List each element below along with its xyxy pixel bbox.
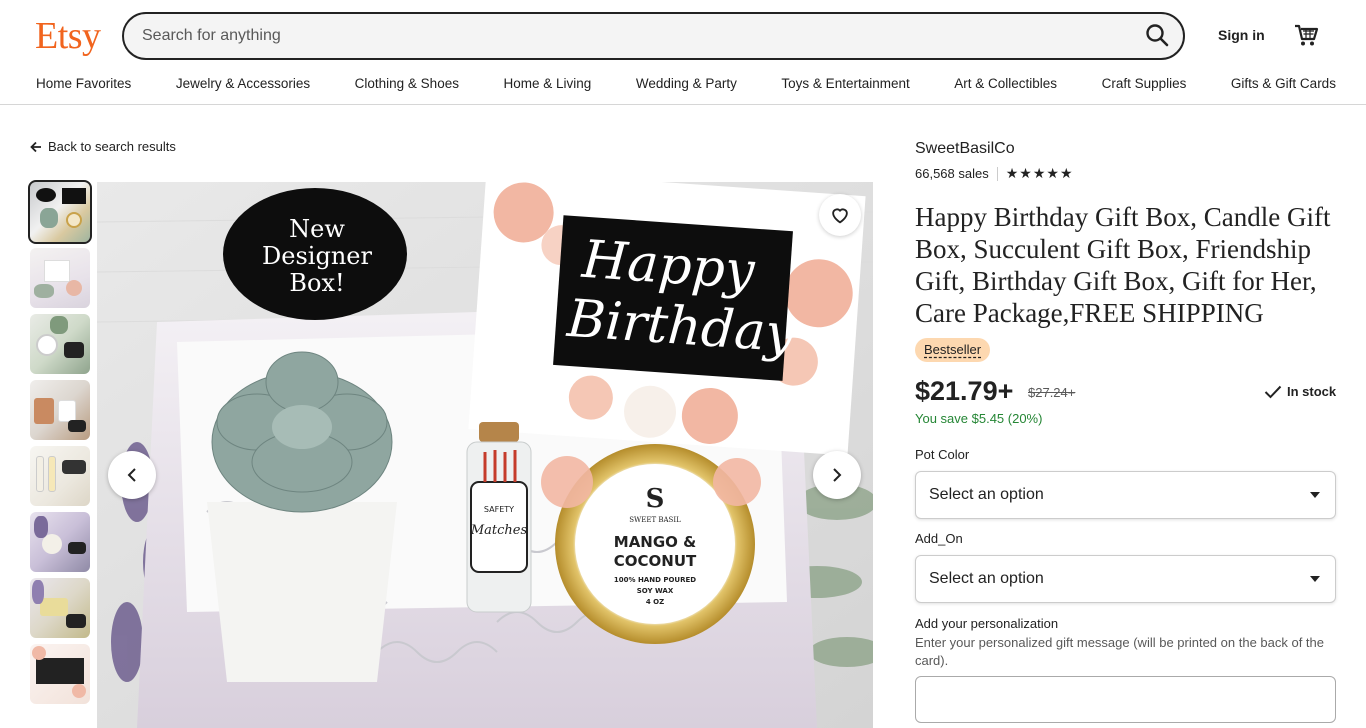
badge-text-box: Box!: [289, 269, 344, 297]
category-nav: Home Favorites Jewelry & Accessories Clo…: [36, 76, 1336, 91]
nav-home-favorites[interactable]: Home Favorites: [36, 76, 131, 91]
pot-color-select[interactable]: Select an option: [915, 471, 1336, 519]
shop-stats: 66,568 sales ★★★★★: [915, 165, 1074, 182]
caret-down-icon: [1310, 576, 1320, 582]
etsy-logo[interactable]: Etsy: [35, 14, 101, 58]
personalization-hint: Enter your personalized gift message (wi…: [915, 635, 1325, 668]
bestseller-badge[interactable]: Bestseller: [915, 338, 991, 362]
search-bar: [122, 12, 1185, 60]
thumbnail-3[interactable]: [30, 314, 90, 374]
thumbnail-6[interactable]: [30, 512, 90, 572]
nav-gifts-gift-cards[interactable]: Gifts & Gift Cards: [1231, 76, 1336, 91]
addon-select[interactable]: Select an option: [915, 555, 1336, 603]
candle-brand: SWEET BASIL: [629, 516, 681, 524]
matches-label-safety: SAFETY: [484, 505, 514, 514]
chevron-right-icon: [833, 468, 842, 482]
thumbnail-8[interactable]: [30, 644, 90, 704]
star-rating[interactable]: ★★★★★: [1006, 165, 1074, 182]
heart-icon: [832, 208, 848, 224]
favorite-button[interactable]: [819, 194, 861, 236]
thumbnail-4[interactable]: [30, 380, 90, 440]
product-main-image: Happy Birthday New Designer Box! SAFETY …: [97, 182, 873, 728]
badge-text-designer: Designer: [262, 242, 372, 270]
candle-detail-2: SOY WAX: [637, 587, 674, 595]
arrow-left-icon: [30, 141, 41, 152]
nav-wedding-party[interactable]: Wedding & Party: [636, 76, 737, 91]
candle-detail-3: 4 OZ: [646, 598, 664, 606]
product-photo: Happy Birthday New Designer Box! SAFETY …: [97, 182, 873, 728]
nav-clothing-shoes[interactable]: Clothing & Shoes: [355, 76, 459, 91]
back-label: Back to search results: [48, 139, 176, 154]
search-icon: [1146, 24, 1169, 47]
cart-icon[interactable]: [1293, 22, 1319, 48]
caret-down-icon: [1310, 492, 1320, 498]
candle-detail-1: 100% HAND POURED: [614, 576, 696, 584]
thumbnail-5[interactable]: [30, 446, 90, 506]
pot-color-label: Pot Color: [915, 447, 970, 462]
nav-home-living[interactable]: Home & Living: [504, 76, 592, 91]
product-title: Happy Birthday Gift Box, Candle Gift Box…: [915, 202, 1331, 328]
divider: [996, 166, 998, 181]
personalization-input[interactable]: [915, 676, 1336, 723]
candle-brand-mark: S: [646, 484, 665, 514]
thumbnail-1[interactable]: [28, 180, 92, 244]
search-button[interactable]: [1143, 22, 1171, 50]
price: $21.79+: [915, 376, 1014, 406]
nav-toys-entertainment[interactable]: Toys & Entertainment: [781, 76, 909, 91]
pot-color-value: Select an option: [929, 486, 1044, 503]
matches-label: Matches: [470, 523, 528, 538]
nav-craft-supplies[interactable]: Craft Supplies: [1102, 76, 1187, 91]
addon-label: Add_On: [915, 531, 963, 546]
stock-label: In stock: [1287, 384, 1337, 399]
candle-scent-1: MANGO &: [614, 533, 696, 551]
back-to-results-link[interactable]: Back to search results: [30, 139, 176, 154]
next-image-button[interactable]: [813, 451, 861, 499]
nav-art-collectibles[interactable]: Art & Collectibles: [954, 76, 1057, 91]
shop-name-link[interactable]: SweetBasilCo: [915, 140, 1015, 158]
sales-count: 66,568 sales: [915, 166, 989, 181]
search-input[interactable]: [142, 14, 1122, 58]
thumbnail-2[interactable]: [30, 248, 90, 308]
sign-in-link[interactable]: Sign in: [1218, 27, 1265, 43]
personalization-label: Add your personalization: [915, 616, 1059, 631]
prev-image-button[interactable]: [108, 451, 156, 499]
stock-status: In stock: [1264, 384, 1336, 399]
savings-text: You save $5.45 (20%): [915, 411, 1043, 426]
addon-value: Select an option: [929, 570, 1044, 587]
badge-text-new: New: [289, 215, 345, 243]
site-header: Etsy Sign in Home Favorites Jewelry & Ac…: [0, 0, 1366, 105]
thumbnail-strip: [28, 180, 92, 710]
nav-jewelry-accessories[interactable]: Jewelry & Accessories: [176, 76, 310, 91]
candle-scent-2: COCONUT: [614, 552, 697, 570]
original-price: $27.24+: [1028, 385, 1076, 400]
thumbnail-7[interactable]: [30, 578, 90, 638]
checkmark-icon: [1264, 385, 1282, 398]
chevron-left-icon: [127, 468, 136, 482]
